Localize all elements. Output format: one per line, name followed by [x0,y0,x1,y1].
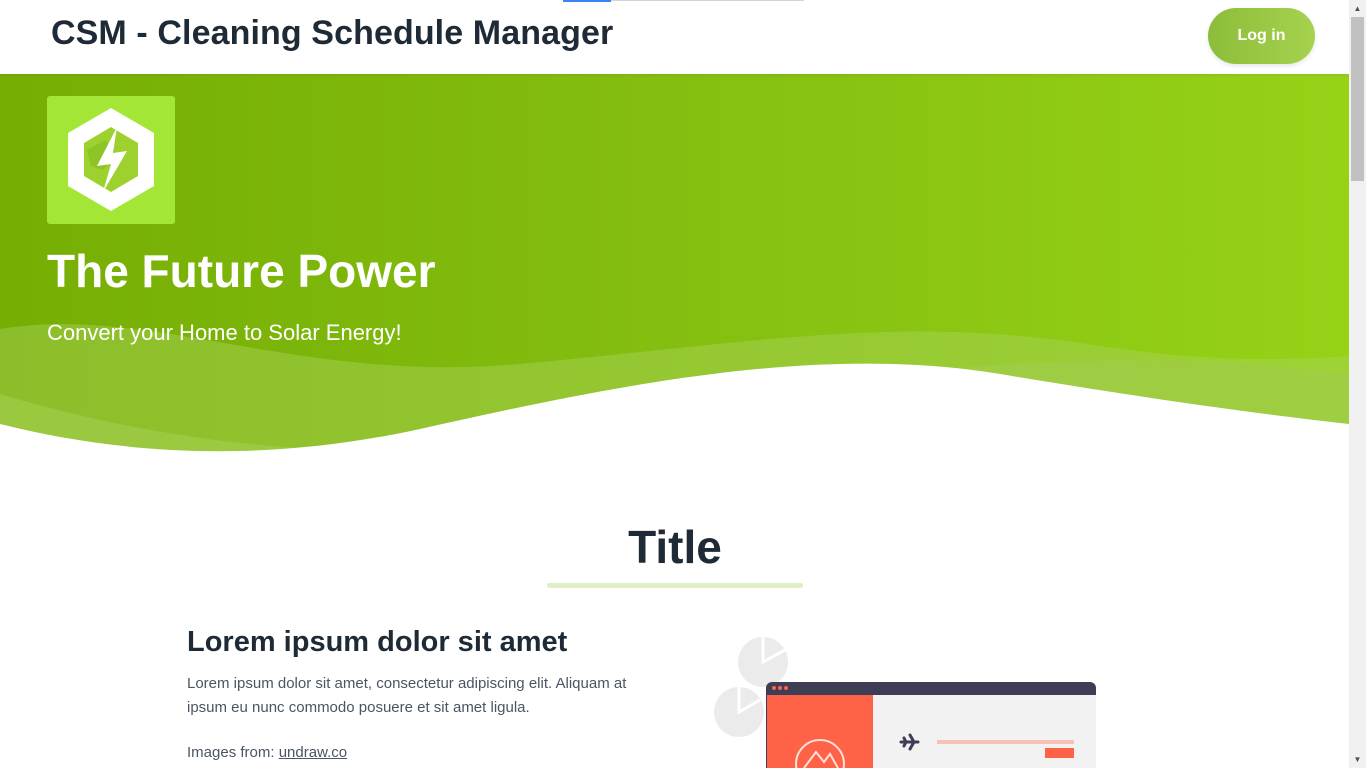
hero-banner: The Future Power Convert your Home to So… [0,74,1349,464]
loading-progress-bar [563,0,804,2]
content-heading: Lorem ipsum dolor sit amet [187,626,568,658]
scroll-up-arrow-icon[interactable]: ▲ [1349,0,1366,17]
site-brand[interactable]: CSM - Cleaning Schedule Manager [51,14,613,53]
hero-subtitle: Convert your Home to Solar Energy! [47,320,402,345]
title-underline [547,583,803,588]
lightning-hexagon-icon [47,96,175,224]
hero-title: The Future Power [47,245,436,297]
scroll-down-arrow-icon[interactable]: ▼ [1349,751,1366,768]
undraw-link[interactable]: undraw.co [279,744,347,761]
section-title: Title [628,521,722,573]
image-credit: Images from: undraw.co [187,744,347,761]
content-paragraph: Lorem ipsum dolor sit amet, consectetur … [187,675,627,716]
travel-booking-illustration [714,637,1096,768]
login-button[interactable]: Log in [1208,8,1315,64]
credit-prefix: Images from: [187,744,279,761]
scrollbar-thumb[interactable] [1351,17,1364,181]
page-scrollbar[interactable]: ▲ ▼ [1349,0,1366,768]
loading-progress-fill [563,0,611,2]
navbar: CSM - Cleaning Schedule Manager Log in [0,0,1349,74]
